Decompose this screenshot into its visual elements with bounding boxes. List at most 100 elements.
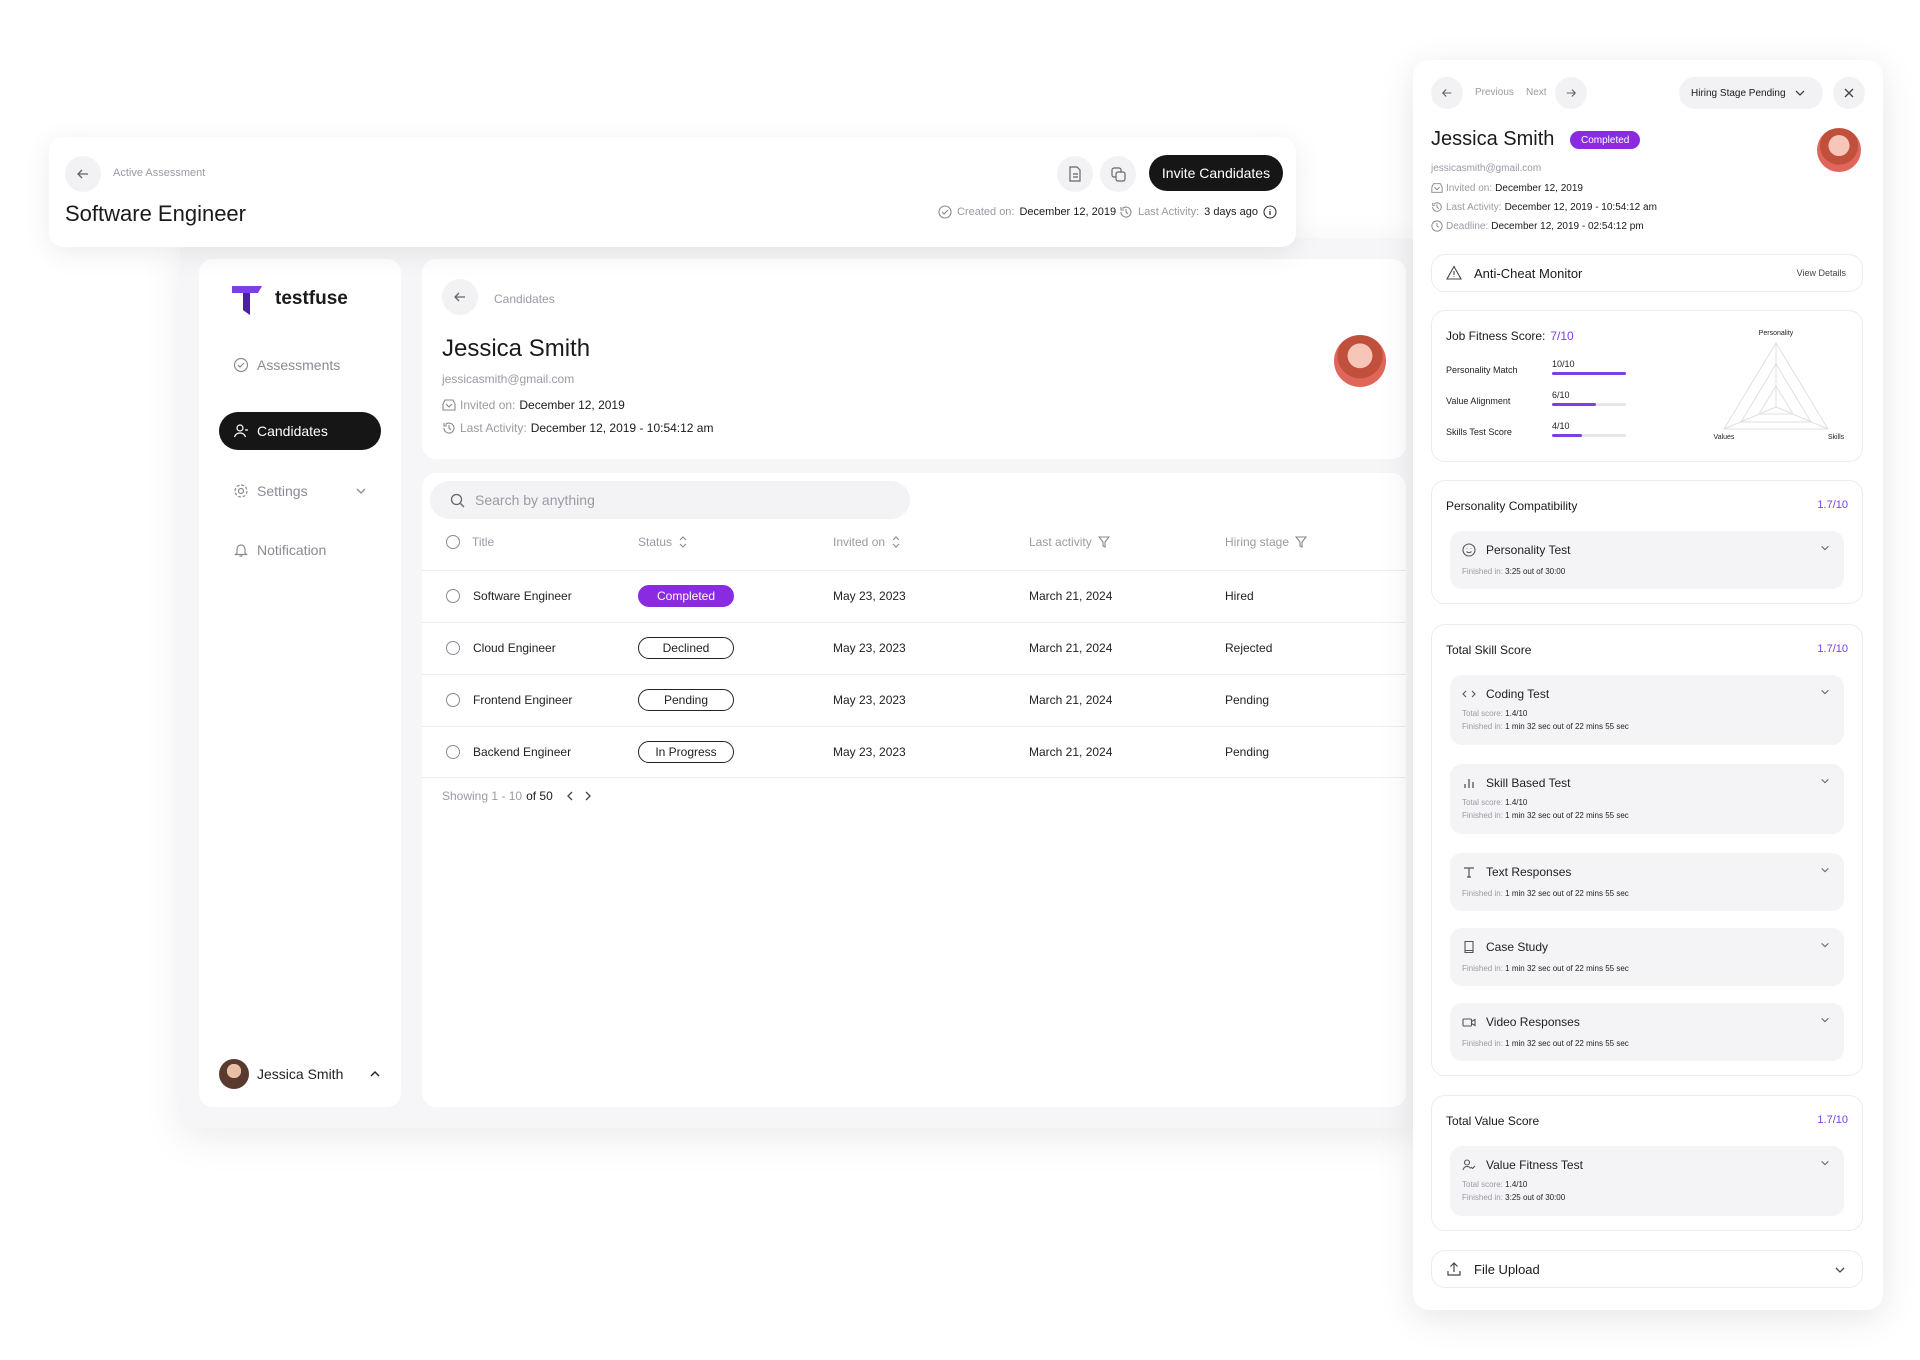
chevron-left-icon[interactable] <box>565 790 575 802</box>
arrow-right-icon <box>1565 87 1577 99</box>
assessment-header-card: Active Assessment Software Engineer Invi… <box>49 137 1296 247</box>
history-icon <box>442 421 456 435</box>
back-button[interactable] <box>442 279 478 315</box>
value-fitness-item[interactable]: Value Fitness Test Total score: 1.4/10 F… <box>1450 1146 1844 1216</box>
candidate-header: Candidates Jessica Smith jessicasmith@gm… <box>422 259 1406 459</box>
breadcrumb: Candidates <box>494 292 555 306</box>
metric-value: 4/10 <box>1552 421 1570 431</box>
finished-label: Finished in: <box>1462 1039 1503 1048</box>
row-stage: Hired <box>1225 589 1254 603</box>
copy-button[interactable] <box>1100 156 1136 192</box>
copy-icon <box>1110 166 1126 182</box>
check-circle-icon <box>938 205 952 219</box>
info-icon[interactable] <box>1263 205 1277 219</box>
text-icon <box>1462 865 1476 879</box>
total-value: 1.4/10 <box>1505 709 1528 718</box>
previous-button[interactable] <box>1431 77 1463 109</box>
metric-bar-fill <box>1552 372 1626 375</box>
table-row[interactable]: Backend Engineer In Progress May 23, 202… <box>422 726 1406 778</box>
total-value: 1.4/10 <box>1505 1180 1528 1189</box>
activity-label: Last Activity: <box>1138 206 1200 218</box>
job-fitness-score: Job Fitness Score: 7/10 <box>1446 329 1574 343</box>
column-label: Hiring stage <box>1225 535 1290 549</box>
invited-value: December 12, 2019 <box>1495 182 1583 194</box>
sidebar-item-notification[interactable]: Notification <box>219 531 381 569</box>
select-all-checkbox[interactable] <box>446 535 460 549</box>
view-details-link[interactable]: View Details <box>1797 268 1846 278</box>
status-badge: Completed <box>1570 131 1641 149</box>
coding-test-item[interactable]: Coding Test Total score: 1.4/10 Finished… <box>1450 675 1844 745</box>
anti-cheat-title: Anti-Cheat Monitor <box>1474 266 1583 281</box>
invite-candidates-button[interactable]: Invite Candidates <box>1149 155 1283 191</box>
total-label: Total score: <box>1462 709 1503 718</box>
search-input[interactable]: Search by anything <box>430 481 910 519</box>
last-activity: Last Activity: 3 days ago <box>1119 205 1277 219</box>
total-score: Total score: 1.4/10 <box>1462 1180 1527 1189</box>
row-stage: Rejected <box>1225 641 1273 655</box>
row-last-activity: March 21, 2024 <box>1029 693 1113 707</box>
video-responses-item[interactable]: Video Responses Finished in: 1 min 32 se… <box>1450 1003 1844 1061</box>
brand-logo[interactable]: testfuse <box>229 281 348 317</box>
sidebar-item-candidates[interactable]: Candidates <box>219 412 381 450</box>
finished-value: 1 min 32 sec out of 22 mins 55 sec <box>1505 722 1629 731</box>
next-label[interactable]: Next <box>1526 87 1547 98</box>
deadline-value: December 12, 2019 - 02:54:12 pm <box>1491 220 1644 232</box>
document-button[interactable] <box>1057 156 1093 192</box>
row-title: Backend Engineer <box>473 745 572 759</box>
deadline-label: Deadline: <box>1446 220 1489 232</box>
personality-card: Personality Compatibility 1.7/10 Persona… <box>1431 480 1863 604</box>
close-button[interactable] <box>1833 77 1865 109</box>
job-fitness-value: 7/10 <box>1550 329 1574 343</box>
value-title: Total Value Score <box>1446 1114 1540 1128</box>
row-checkbox[interactable] <box>446 745 460 759</box>
row-title: Software Engineer <box>473 589 572 603</box>
warning-icon <box>1446 265 1462 281</box>
metric-label: Value Alignment <box>1446 396 1511 406</box>
sidebar-item-settings[interactable]: Settings <box>219 472 381 510</box>
table-row[interactable]: Frontend Engineer Pending May 23, 2023 M… <box>422 674 1406 726</box>
column-header-status[interactable]: Status <box>638 535 688 549</box>
table-row[interactable]: Software Engineer Completed May 23, 2023… <box>422 570 1406 622</box>
candidate-tests-table: Search by anything Title Status Invited … <box>422 473 1406 1107</box>
personality-test-item[interactable]: Personality Test Finished in: 3:25 out o… <box>1450 531 1844 589</box>
skill-score: 1.7/10 <box>1817 643 1848 655</box>
job-fitness-card: Job Fitness Score: 7/10 Personality Matc… <box>1431 310 1863 462</box>
metric-bar-fill <box>1552 403 1597 406</box>
column-header-last-activity[interactable]: Last activity <box>1029 535 1110 549</box>
hiring-stage-select[interactable]: Hiring Stage Pending <box>1679 77 1823 109</box>
candidate-name: Jessica Smith <box>442 335 591 362</box>
activity-value: 3 days ago <box>1204 206 1258 218</box>
chevron-down-icon <box>1794 87 1806 99</box>
finished-in: Finished in: 1 min 32 sec out of 22 mins… <box>1462 722 1629 731</box>
anti-cheat-card[interactable]: Anti-Cheat Monitor View Details <box>1431 254 1863 292</box>
row-checkbox[interactable] <box>446 641 460 655</box>
chevron-right-icon[interactable] <box>583 790 593 802</box>
sidebar-item-assessments[interactable]: Assessments <box>219 346 381 384</box>
back-button[interactable] <box>65 156 101 192</box>
column-header-invited[interactable]: Invited on <box>833 535 901 549</box>
value-score-card: Total Value Score 1.7/10 Value Fitness T… <box>1431 1095 1863 1231</box>
column-label: Last activity <box>1029 535 1092 549</box>
row-checkbox[interactable] <box>446 589 460 603</box>
sort-icon <box>891 536 901 548</box>
file-upload-row[interactable]: File Upload <box>1431 1250 1863 1288</box>
column-header-title[interactable]: Title <box>446 535 494 549</box>
page-title: Software Engineer <box>65 201 246 226</box>
previous-label[interactable]: Previous <box>1475 87 1514 98</box>
next-button[interactable] <box>1555 77 1587 109</box>
user-menu[interactable]: Jessica Smith <box>219 1059 381 1089</box>
case-study-item[interactable]: Case Study Finished in: 1 min 32 sec out… <box>1450 928 1844 986</box>
code-icon <box>1462 687 1476 701</box>
skill-based-test-item[interactable]: Skill Based Test Total score: 1.4/10 Fin… <box>1450 764 1844 834</box>
invited-value: December 12, 2019 <box>519 398 625 412</box>
column-header-hiring-stage[interactable]: Hiring stage <box>1225 535 1308 549</box>
row-checkbox[interactable] <box>446 693 460 707</box>
created-label: Created on: <box>957 206 1015 218</box>
finished-label: Finished in: <box>1462 567 1503 576</box>
text-responses-item[interactable]: Text Responses Finished in: 1 min 32 sec… <box>1450 853 1844 911</box>
row-invited: May 23, 2023 <box>833 693 906 707</box>
activity-value: December 12, 2019 - 10:54:12 am <box>1504 201 1657 213</box>
table-row[interactable]: Cloud Engineer Declined May 23, 2023 Mar… <box>422 622 1406 674</box>
row-title: Frontend Engineer <box>473 693 573 707</box>
arrow-left-icon <box>1441 87 1453 99</box>
